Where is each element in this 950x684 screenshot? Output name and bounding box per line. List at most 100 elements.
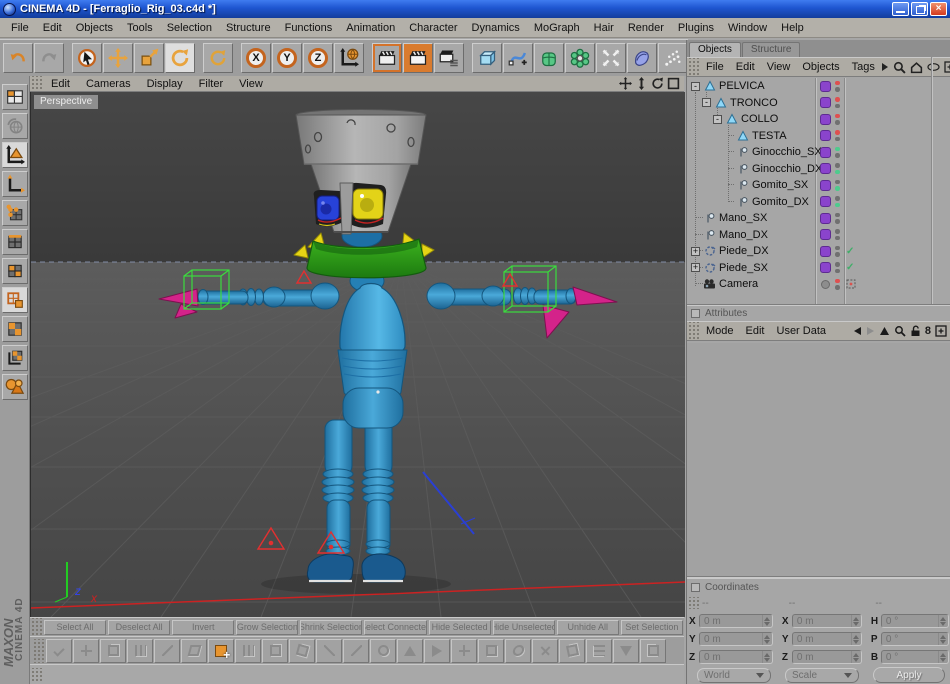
set-selection-button[interactable]: Set Selection — [620, 619, 683, 635]
link-icon[interactable]: 8 — [925, 325, 931, 337]
add-panel-icon[interactable] — [944, 61, 950, 73]
attr-menu-edit[interactable]: Edit — [740, 325, 771, 337]
object-axis-mode-icon[interactable] — [1, 171, 28, 197]
tag-icon[interactable] — [820, 262, 831, 274]
spinner[interactable] — [761, 615, 771, 627]
texture-axis-mode-icon[interactable] — [1, 345, 28, 371]
spinner[interactable] — [938, 615, 947, 627]
points-mode-icon[interactable] — [1, 200, 28, 226]
tree-row-testa[interactable]: TESTA — [687, 128, 950, 145]
tag-icon[interactable] — [820, 97, 831, 109]
obj-menu-view[interactable]: View — [761, 61, 797, 73]
render-settings-icon[interactable] — [434, 43, 464, 73]
modeling-tool-icon[interactable] — [424, 638, 450, 663]
lock-y-icon[interactable]: Y — [272, 43, 302, 73]
tag-icon[interactable] — [820, 146, 831, 158]
tree-row-mano-sx[interactable]: Mano_SX — [687, 210, 950, 227]
modeling-tool-icon[interactable] — [316, 638, 342, 663]
obj-menu-tags[interactable]: Tags — [846, 61, 881, 73]
grip-handle[interactable] — [32, 638, 45, 663]
menu-functions[interactable]: Functions — [278, 20, 340, 36]
rotation-p-field[interactable]: 0 ° — [880, 632, 949, 646]
position-x-field[interactable]: 0 m — [699, 614, 773, 628]
vp-menu-display[interactable]: Display — [139, 78, 191, 90]
view-label[interactable]: Perspective — [34, 95, 99, 109]
move-tool-icon[interactable] — [103, 43, 133, 73]
tab-structure[interactable]: Structure — [741, 42, 801, 57]
object-mode-icon[interactable] — [1, 374, 28, 400]
spinner[interactable] — [850, 633, 860, 645]
lock-icon[interactable] — [910, 325, 921, 337]
hypernurbs-icon[interactable] — [534, 43, 564, 73]
scale-tool-icon[interactable] — [134, 43, 164, 73]
scale-z-field[interactable]: 0 m — [791, 650, 862, 664]
scale-mode-dropdown[interactable]: Scale — [785, 667, 859, 683]
menu-selection[interactable]: Selection — [160, 20, 219, 36]
tag-icon[interactable] — [820, 130, 831, 142]
modeling-tool-icon[interactable] — [613, 638, 639, 663]
modeling-tool-icon[interactable] — [586, 638, 612, 663]
pan-icon[interactable] — [619, 77, 632, 90]
titlebar[interactable]: CINEMA 4D - [Ferraglio_Rig_03.c4d *] × — [0, 0, 950, 18]
grip-handle[interactable] — [30, 76, 43, 91]
coordinates-header[interactable]: Coordinates — [687, 580, 950, 595]
symmetry-icon[interactable] — [596, 43, 626, 73]
modeling-tool-icon[interactable] — [262, 638, 288, 663]
search-icon[interactable] — [894, 325, 906, 337]
polygons-mode-icon[interactable] — [1, 258, 28, 284]
home-icon[interactable] — [910, 61, 923, 74]
primitive-cube-icon[interactable] — [472, 43, 502, 73]
tree-row-camera[interactable]: Camera — [687, 276, 950, 293]
menu-mograph[interactable]: MoGraph — [527, 20, 587, 36]
rotate-tool-icon[interactable] — [165, 43, 195, 73]
menu-objects[interactable]: Objects — [69, 20, 120, 36]
obj-menu-file[interactable]: File — [700, 61, 730, 73]
tree-row-gomito-sx[interactable]: Gomito_SX — [687, 177, 950, 194]
enabled-check-icon[interactable]: ✓ — [846, 262, 854, 273]
attributes-header[interactable]: Attributes — [687, 306, 950, 321]
expander[interactable]: - — [691, 81, 700, 91]
modeling-tool-icon[interactable] — [289, 638, 315, 663]
deformer-icon[interactable] — [627, 43, 657, 73]
texture-mode-icon[interactable] — [1, 316, 28, 342]
menu-file[interactable]: File — [4, 20, 36, 36]
rotation-h-field[interactable]: 0 ° — [880, 614, 949, 628]
grip-handle[interactable] — [30, 667, 43, 682]
spinner[interactable] — [938, 633, 947, 645]
rotation-b-field[interactable]: 0 ° — [880, 650, 949, 664]
attr-menu-userdata[interactable]: User Data — [771, 325, 833, 337]
particle-emitter-icon[interactable] — [658, 43, 688, 73]
tree-row-piede-sx[interactable]: + Piede_SX ✓ — [687, 260, 950, 277]
spinner[interactable] — [761, 633, 771, 645]
tag-icon[interactable] — [820, 113, 831, 125]
hide-selected-button[interactable]: Hide Selected — [428, 619, 491, 635]
undo-icon[interactable] — [3, 43, 33, 73]
target-icon[interactable] — [846, 279, 856, 289]
expander[interactable]: + — [691, 246, 700, 256]
modeling-tool-icon[interactable] — [127, 638, 153, 663]
back-arrow-icon[interactable] — [853, 326, 862, 336]
unhide-all-button[interactable]: Unhide All — [556, 619, 619, 635]
tree-row-tronco[interactable]: - TRONCO — [687, 95, 950, 112]
close-button[interactable]: × — [930, 2, 947, 16]
menu-window[interactable]: Window — [721, 20, 774, 36]
vp-menu-view[interactable]: View — [231, 78, 271, 90]
grip-handle[interactable] — [687, 322, 700, 340]
spinner[interactable] — [850, 615, 860, 627]
obj-menu-objects[interactable]: Objects — [796, 61, 845, 73]
live-selection-icon[interactable] — [72, 43, 102, 73]
modeling-tool-icon[interactable] — [100, 638, 126, 663]
menu-plugins[interactable]: Plugins — [671, 20, 721, 36]
maximize-icon[interactable] — [667, 77, 680, 90]
world-coordinates-icon[interactable] — [1, 113, 28, 139]
modeling-tool-icon[interactable] — [559, 638, 585, 663]
tag-icon[interactable] — [820, 212, 831, 224]
menu-structure[interactable]: Structure — [219, 20, 278, 36]
modeling-tool-icon[interactable] — [640, 638, 666, 663]
edges-mode-icon[interactable] — [1, 229, 28, 255]
spline-pen-icon[interactable] — [503, 43, 533, 73]
modeling-tool-icon[interactable] — [235, 638, 261, 663]
scale-x-field[interactable]: 0 m — [791, 614, 862, 628]
render-view-icon[interactable] — [372, 43, 402, 73]
obj-menu-edit[interactable]: Edit — [730, 61, 761, 73]
